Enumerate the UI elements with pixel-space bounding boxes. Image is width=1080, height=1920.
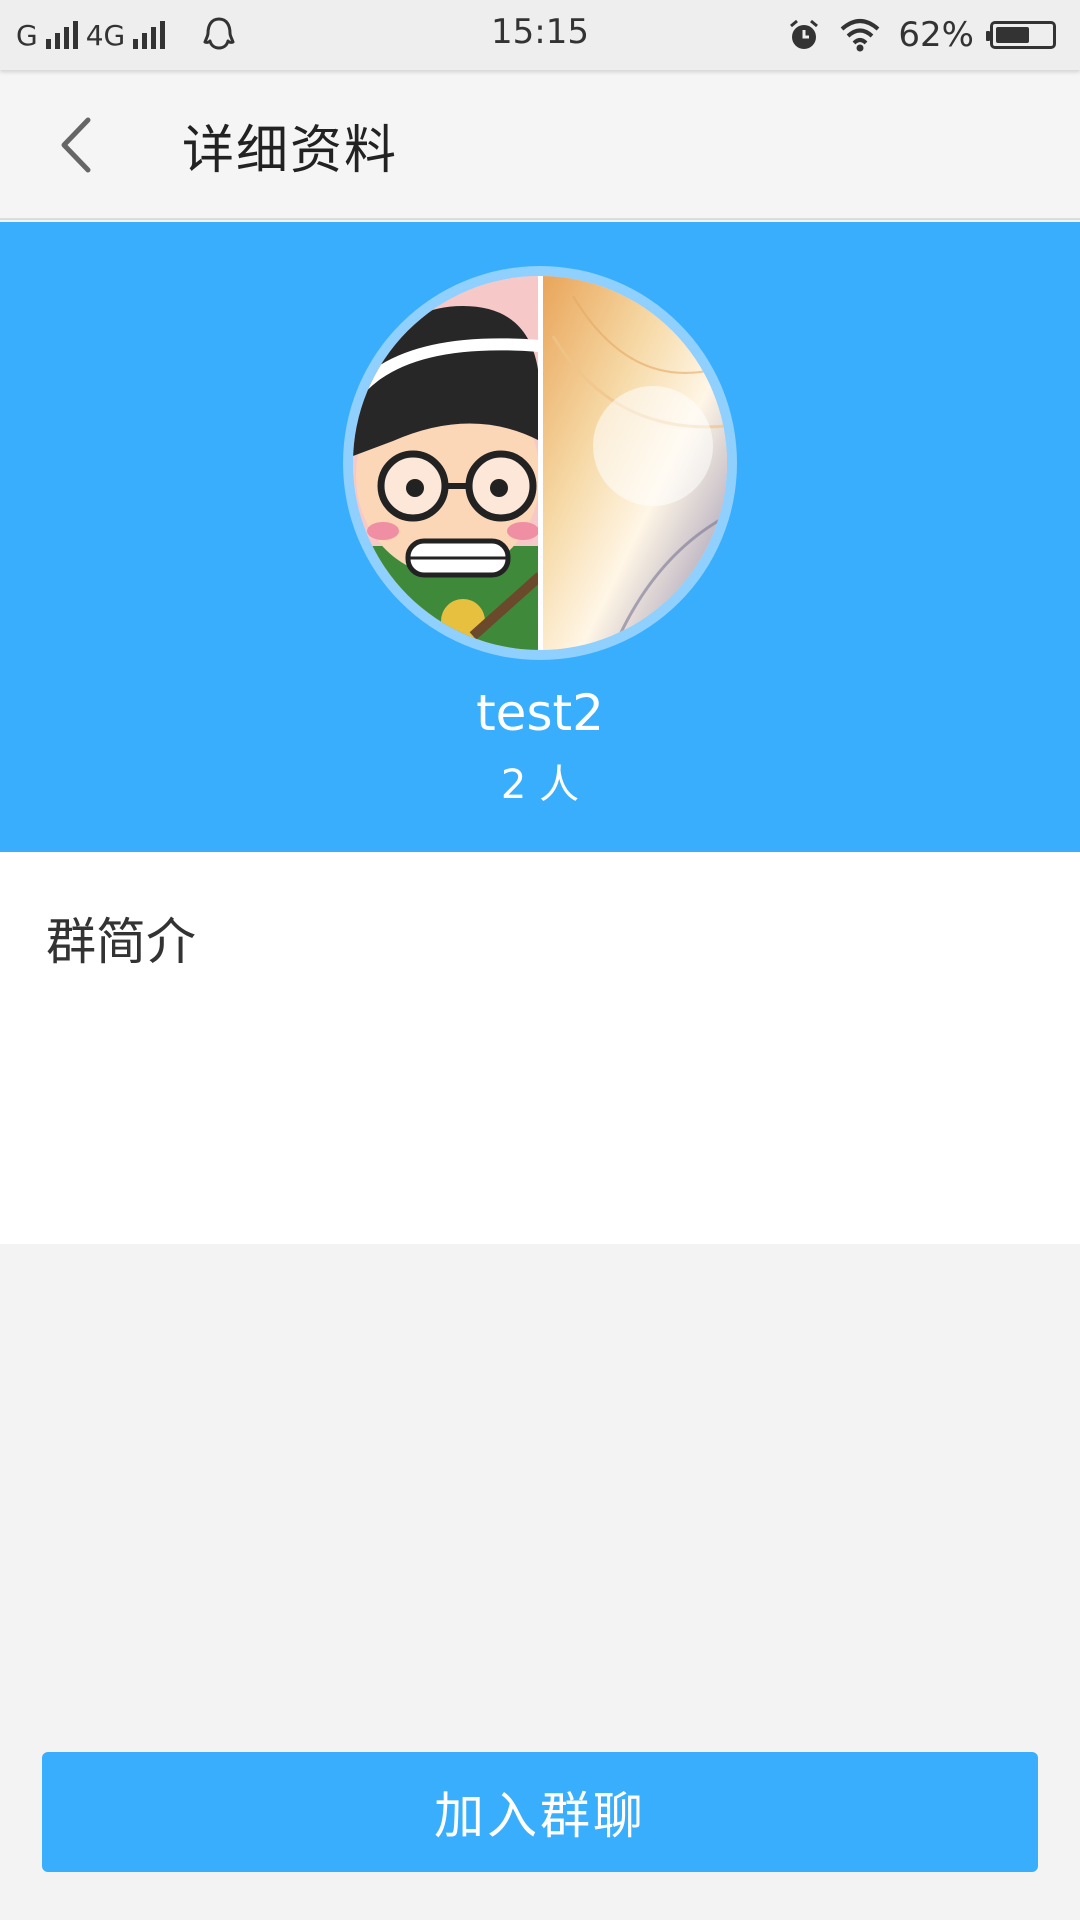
status-bar: G 4G 15:15 62% xyxy=(0,0,1080,70)
chevron-left-icon xyxy=(61,117,91,173)
join-group-button[interactable]: 加入群聊 xyxy=(42,1752,1038,1872)
back-button[interactable] xyxy=(50,110,110,180)
group-intro-title: 群简介 xyxy=(46,913,196,971)
group-intro-section: 群简介 xyxy=(0,852,1080,1244)
group-avatar[interactable] xyxy=(343,266,737,660)
app-header: 详细资料 xyxy=(0,70,1080,220)
avatar-image xyxy=(353,276,727,650)
status-right-group: 62% xyxy=(786,12,1056,58)
alarm-icon xyxy=(786,17,822,53)
group-name: test2 xyxy=(476,684,604,742)
battery-percent: 62% xyxy=(898,15,974,55)
profile-banner: test2 2 人 xyxy=(0,222,1080,852)
wifi-icon xyxy=(838,17,882,53)
member-count: 2 人 xyxy=(500,762,580,808)
battery-icon xyxy=(986,21,1056,49)
page-title: 详细资料 xyxy=(182,121,399,181)
